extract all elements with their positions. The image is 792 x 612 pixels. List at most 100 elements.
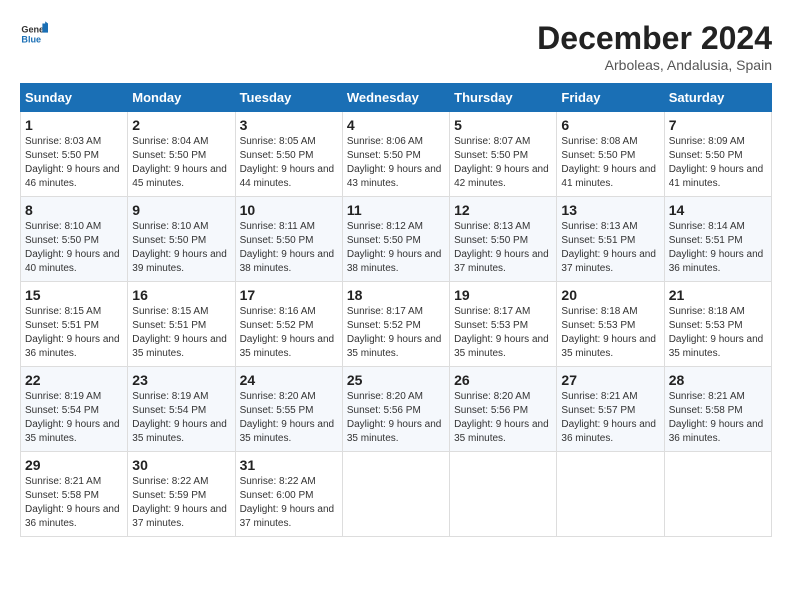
day-number: 5	[454, 117, 552, 133]
table-cell: 4 Sunrise: 8:06 AM Sunset: 5:50 PM Dayli…	[342, 112, 449, 197]
table-cell: 6 Sunrise: 8:08 AM Sunset: 5:50 PM Dayli…	[557, 112, 664, 197]
table-cell: 9 Sunrise: 8:10 AM Sunset: 5:50 PM Dayli…	[128, 197, 235, 282]
table-cell: 3 Sunrise: 8:05 AM Sunset: 5:50 PM Dayli…	[235, 112, 342, 197]
day-info: Sunrise: 8:16 AM Sunset: 5:52 PM Dayligh…	[240, 305, 338, 361]
table-cell: 13 Sunrise: 8:13 AM Sunset: 5:51 PM Dayl…	[557, 197, 664, 282]
col-sunday: Sunday	[21, 84, 128, 112]
table-cell: 12 Sunrise: 8:13 AM Sunset: 5:50 PM Dayl…	[450, 197, 557, 282]
day-info: Sunrise: 8:10 AM Sunset: 5:50 PM Dayligh…	[132, 220, 230, 276]
table-cell: 15 Sunrise: 8:15 AM Sunset: 5:51 PM Dayl…	[21, 282, 128, 367]
day-number: 4	[347, 117, 445, 133]
day-number: 10	[240, 202, 338, 218]
day-number: 30	[132, 457, 230, 473]
day-number: 22	[25, 372, 123, 388]
day-info: Sunrise: 8:04 AM Sunset: 5:50 PM Dayligh…	[132, 135, 230, 191]
day-number: 14	[669, 202, 767, 218]
day-info: Sunrise: 8:13 AM Sunset: 5:50 PM Dayligh…	[454, 220, 552, 276]
day-number: 15	[25, 287, 123, 303]
col-tuesday: Tuesday	[235, 84, 342, 112]
table-cell: 29 Sunrise: 8:21 AM Sunset: 5:58 PM Dayl…	[21, 452, 128, 537]
table-cell: 24 Sunrise: 8:20 AM Sunset: 5:55 PM Dayl…	[235, 367, 342, 452]
table-cell	[664, 452, 771, 537]
table-cell: 31 Sunrise: 8:22 AM Sunset: 6:00 PM Dayl…	[235, 452, 342, 537]
col-thursday: Thursday	[450, 84, 557, 112]
table-cell: 25 Sunrise: 8:20 AM Sunset: 5:56 PM Dayl…	[342, 367, 449, 452]
day-info: Sunrise: 8:18 AM Sunset: 5:53 PM Dayligh…	[561, 305, 659, 361]
table-cell: 11 Sunrise: 8:12 AM Sunset: 5:50 PM Dayl…	[342, 197, 449, 282]
day-number: 28	[669, 372, 767, 388]
table-cell: 21 Sunrise: 8:18 AM Sunset: 5:53 PM Dayl…	[664, 282, 771, 367]
table-cell: 22 Sunrise: 8:19 AM Sunset: 5:54 PM Dayl…	[21, 367, 128, 452]
logo-icon: General Blue	[20, 20, 48, 48]
table-cell: 23 Sunrise: 8:19 AM Sunset: 5:54 PM Dayl…	[128, 367, 235, 452]
day-info: Sunrise: 8:07 AM Sunset: 5:50 PM Dayligh…	[454, 135, 552, 191]
day-info: Sunrise: 8:15 AM Sunset: 5:51 PM Dayligh…	[25, 305, 123, 361]
day-info: Sunrise: 8:13 AM Sunset: 5:51 PM Dayligh…	[561, 220, 659, 276]
day-info: Sunrise: 8:17 AM Sunset: 5:52 PM Dayligh…	[347, 305, 445, 361]
day-info: Sunrise: 8:19 AM Sunset: 5:54 PM Dayligh…	[132, 390, 230, 446]
day-info: Sunrise: 8:20 AM Sunset: 5:56 PM Dayligh…	[347, 390, 445, 446]
calendar-row: 29 Sunrise: 8:21 AM Sunset: 5:58 PM Dayl…	[21, 452, 772, 537]
day-info: Sunrise: 8:17 AM Sunset: 5:53 PM Dayligh…	[454, 305, 552, 361]
day-info: Sunrise: 8:06 AM Sunset: 5:50 PM Dayligh…	[347, 135, 445, 191]
title-block: December 2024 Arboleas, Andalusia, Spain	[537, 20, 772, 73]
table-cell: 20 Sunrise: 8:18 AM Sunset: 5:53 PM Dayl…	[557, 282, 664, 367]
col-wednesday: Wednesday	[342, 84, 449, 112]
day-number: 24	[240, 372, 338, 388]
day-number: 12	[454, 202, 552, 218]
day-info: Sunrise: 8:03 AM Sunset: 5:50 PM Dayligh…	[25, 135, 123, 191]
day-info: Sunrise: 8:22 AM Sunset: 6:00 PM Dayligh…	[240, 475, 338, 531]
table-cell: 28 Sunrise: 8:21 AM Sunset: 5:58 PM Dayl…	[664, 367, 771, 452]
day-number: 2	[132, 117, 230, 133]
day-info: Sunrise: 8:20 AM Sunset: 5:56 PM Dayligh…	[454, 390, 552, 446]
calendar-row: 8 Sunrise: 8:10 AM Sunset: 5:50 PM Dayli…	[21, 197, 772, 282]
day-info: Sunrise: 8:21 AM Sunset: 5:58 PM Dayligh…	[25, 475, 123, 531]
day-number: 1	[25, 117, 123, 133]
col-friday: Friday	[557, 84, 664, 112]
day-number: 3	[240, 117, 338, 133]
page-header: General Blue December 2024 Arboleas, And…	[20, 20, 772, 73]
day-number: 7	[669, 117, 767, 133]
table-cell: 19 Sunrise: 8:17 AM Sunset: 5:53 PM Dayl…	[450, 282, 557, 367]
day-number: 29	[25, 457, 123, 473]
day-info: Sunrise: 8:14 AM Sunset: 5:51 PM Dayligh…	[669, 220, 767, 276]
day-number: 18	[347, 287, 445, 303]
day-number: 21	[669, 287, 767, 303]
table-cell: 1 Sunrise: 8:03 AM Sunset: 5:50 PM Dayli…	[21, 112, 128, 197]
day-number: 25	[347, 372, 445, 388]
calendar-row: 15 Sunrise: 8:15 AM Sunset: 5:51 PM Dayl…	[21, 282, 772, 367]
table-cell: 17 Sunrise: 8:16 AM Sunset: 5:52 PM Dayl…	[235, 282, 342, 367]
day-info: Sunrise: 8:05 AM Sunset: 5:50 PM Dayligh…	[240, 135, 338, 191]
day-info: Sunrise: 8:08 AM Sunset: 5:50 PM Dayligh…	[561, 135, 659, 191]
day-info: Sunrise: 8:10 AM Sunset: 5:50 PM Dayligh…	[25, 220, 123, 276]
table-cell: 7 Sunrise: 8:09 AM Sunset: 5:50 PM Dayli…	[664, 112, 771, 197]
calendar-table: Sunday Monday Tuesday Wednesday Thursday…	[20, 83, 772, 537]
day-number: 8	[25, 202, 123, 218]
col-saturday: Saturday	[664, 84, 771, 112]
day-info: Sunrise: 8:21 AM Sunset: 5:58 PM Dayligh…	[669, 390, 767, 446]
table-cell	[450, 452, 557, 537]
day-number: 23	[132, 372, 230, 388]
table-cell: 30 Sunrise: 8:22 AM Sunset: 5:59 PM Dayl…	[128, 452, 235, 537]
location-subtitle: Arboleas, Andalusia, Spain	[537, 57, 772, 73]
day-number: 16	[132, 287, 230, 303]
table-cell: 14 Sunrise: 8:14 AM Sunset: 5:51 PM Dayl…	[664, 197, 771, 282]
day-info: Sunrise: 8:09 AM Sunset: 5:50 PM Dayligh…	[669, 135, 767, 191]
day-info: Sunrise: 8:15 AM Sunset: 5:51 PM Dayligh…	[132, 305, 230, 361]
day-info: Sunrise: 8:21 AM Sunset: 5:57 PM Dayligh…	[561, 390, 659, 446]
day-number: 13	[561, 202, 659, 218]
table-cell: 5 Sunrise: 8:07 AM Sunset: 5:50 PM Dayli…	[450, 112, 557, 197]
table-cell: 16 Sunrise: 8:15 AM Sunset: 5:51 PM Dayl…	[128, 282, 235, 367]
table-cell: 18 Sunrise: 8:17 AM Sunset: 5:52 PM Dayl…	[342, 282, 449, 367]
day-info: Sunrise: 8:20 AM Sunset: 5:55 PM Dayligh…	[240, 390, 338, 446]
day-info: Sunrise: 8:19 AM Sunset: 5:54 PM Dayligh…	[25, 390, 123, 446]
svg-text:Blue: Blue	[21, 34, 41, 44]
table-cell: 10 Sunrise: 8:11 AM Sunset: 5:50 PM Dayl…	[235, 197, 342, 282]
day-number: 6	[561, 117, 659, 133]
table-cell: 26 Sunrise: 8:20 AM Sunset: 5:56 PM Dayl…	[450, 367, 557, 452]
table-cell: 27 Sunrise: 8:21 AM Sunset: 5:57 PM Dayl…	[557, 367, 664, 452]
table-cell: 8 Sunrise: 8:10 AM Sunset: 5:50 PM Dayli…	[21, 197, 128, 282]
day-info: Sunrise: 8:22 AM Sunset: 5:59 PM Dayligh…	[132, 475, 230, 531]
header-row: Sunday Monday Tuesday Wednesday Thursday…	[21, 84, 772, 112]
col-monday: Monday	[128, 84, 235, 112]
